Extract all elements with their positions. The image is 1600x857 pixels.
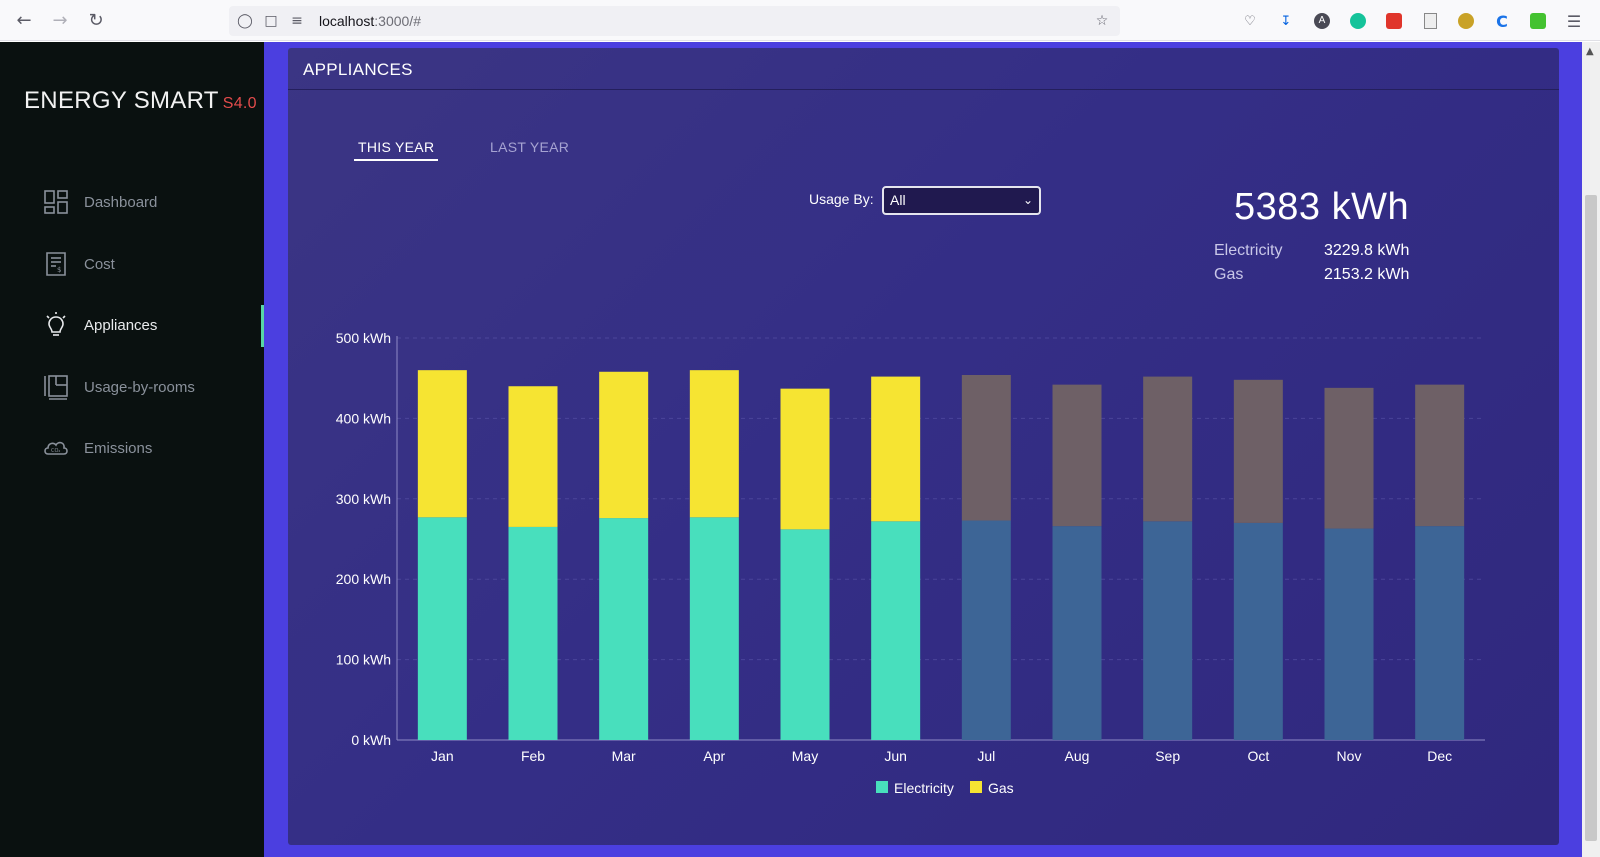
y-tick-label: 0 kWh [351,732,391,748]
sidebar-item-label: Dashboard [84,193,158,211]
address-bar[interactable]: ◯ □ ≡ localhost:3000/# ☆ [229,6,1120,36]
bar-electricity [1143,521,1193,740]
bar-electricity [689,517,739,740]
lightbulb-icon [46,312,66,336]
pdf-extension-icon[interactable] [1382,9,1406,33]
appliances-panel: APPLIANCES THIS YEAR LAST YEAR Usage By:… [288,48,1559,845]
bar-gas [961,374,1011,521]
bar-electricity [1233,522,1283,740]
bar-gas [780,388,830,530]
sidebar-item-label: Usage-by-rooms [84,378,195,396]
account-icon[interactable]: A [1310,9,1334,33]
bar-electricity [1415,526,1465,740]
x-tick-label: Aug [1065,748,1090,764]
x-tick-label: Nov [1337,748,1362,764]
legend-swatch-gas [970,781,982,793]
sidebar: ENERGY SMART S4.0 Dashboard $ Cost Applia… [0,42,264,857]
bar-gas [1324,387,1374,529]
x-tick-label: Oct [1247,748,1269,764]
co2-cloud-icon: CO₂ [44,441,68,455]
x-tick-label: Jun [884,748,907,764]
bar-gas [871,376,921,522]
url-text[interactable]: localhost:3000/# [319,13,421,29]
x-tick-label: Mar [612,748,636,764]
y-tick-label: 500 kWh [336,330,391,346]
legend-label-gas: Gas [988,780,1014,796]
brand-name: ENERGY SMART [24,87,219,114]
pocket-icon[interactable]: ♡ [1238,9,1262,33]
y-tick-label: 200 kWh [336,571,391,587]
main-content: APPLIANCES THIS YEAR LAST YEAR Usage By:… [264,42,1582,857]
dashboard-icon [44,190,68,214]
bar-gas [508,386,558,527]
bar-gas [1052,384,1102,527]
bar-electricity [871,521,921,740]
reload-icon[interactable]: ↻ [85,10,107,32]
sidebar-item-appliances[interactable]: Appliances [0,300,264,350]
document-extension-icon[interactable] [1418,9,1442,33]
bar-electricity [961,520,1011,740]
x-tick-label: May [792,748,818,764]
bar-electricity [1324,528,1374,740]
y-tick-label: 400 kWh [336,410,391,426]
sidebar-item-dashboard[interactable]: Dashboard [0,177,264,227]
grammarly-extension-icon[interactable] [1346,9,1370,33]
x-tick-label: Apr [703,748,725,764]
bar-gas [1415,384,1465,527]
x-tick-label: Jan [431,748,454,764]
scroll-thumb[interactable] [1585,195,1597,841]
page-scrollbar[interactable]: ▲ [1582,42,1600,857]
back-arrow-icon[interactable]: ← [13,10,35,32]
app-brand: ENERGY SMART S4.0 [24,87,257,115]
usage-bar-chart: 0 kWh 100 kWh 200 kWh 300 kWh 400 kWh 500 kWh… [336,330,1485,796]
bar-electricity [417,517,467,740]
sidebar-item-label: Cost [84,255,115,273]
download-icon[interactable]: ↧ [1274,9,1298,33]
sidebar-item-usage-by-rooms[interactable]: Usage-by-rooms [0,362,264,412]
y-tick-label: 300 kWh [336,491,391,507]
bar-electricity [508,526,558,740]
sidebar-item-cost[interactable]: $ Cost [0,239,264,289]
x-tick-label: Feb [521,748,545,764]
url-host: localhost [319,13,375,29]
legend-swatch-electricity [876,781,888,793]
sidebar-item-label: Emissions [84,439,153,457]
y-tick-label: 100 kWh [336,652,391,668]
x-tick-label: Sep [1155,748,1180,764]
url-path: :3000/# [374,13,421,29]
permissions-icon[interactable]: ≡ [287,11,307,31]
page-icon: □ [264,13,278,29]
x-tick-label: Jul [977,748,995,764]
sidebar-item-label: Appliances [84,316,158,334]
bar-gas [417,370,467,518]
bar-gas [599,371,649,519]
svg-text:CO₂: CO₂ [51,448,60,454]
legend-label-electricity: Electricity [894,780,954,796]
forward-arrow-icon[interactable]: → [49,10,71,32]
shield-icon[interactable]: ◯ [235,11,255,31]
svg-text:$: $ [57,266,61,274]
bar-gas [1233,379,1283,523]
bar-electricity [1052,526,1102,740]
scroll-up-icon[interactable]: ▲ [1586,46,1594,57]
bar-electricity [599,518,649,740]
bar-electricity [780,529,830,740]
json-extension-icon[interactable] [1526,9,1550,33]
floorplan-icon [44,375,68,400]
receipt-icon: $ [46,252,66,276]
brand-version: S4.0 [222,95,257,112]
toolbar-icons: ♡ ↧ A C ☰ [1238,9,1586,33]
alert-extension-icon[interactable] [1454,9,1478,33]
browser-toolbar: ← → ↻ ◯ □ ≡ localhost:3000/# ☆ ♡ ↧ A C ☰ [0,0,1600,41]
sidebar-item-emissions[interactable]: CO₂ Emissions [0,423,264,473]
c-extension-icon[interactable]: C [1490,9,1514,33]
x-tick-label: Dec [1427,748,1452,764]
bar-gas [1143,376,1193,522]
menu-icon[interactable]: ☰ [1562,9,1586,33]
bar-gas [689,370,739,518]
bookmark-star-icon[interactable]: ☆ [1092,11,1112,31]
